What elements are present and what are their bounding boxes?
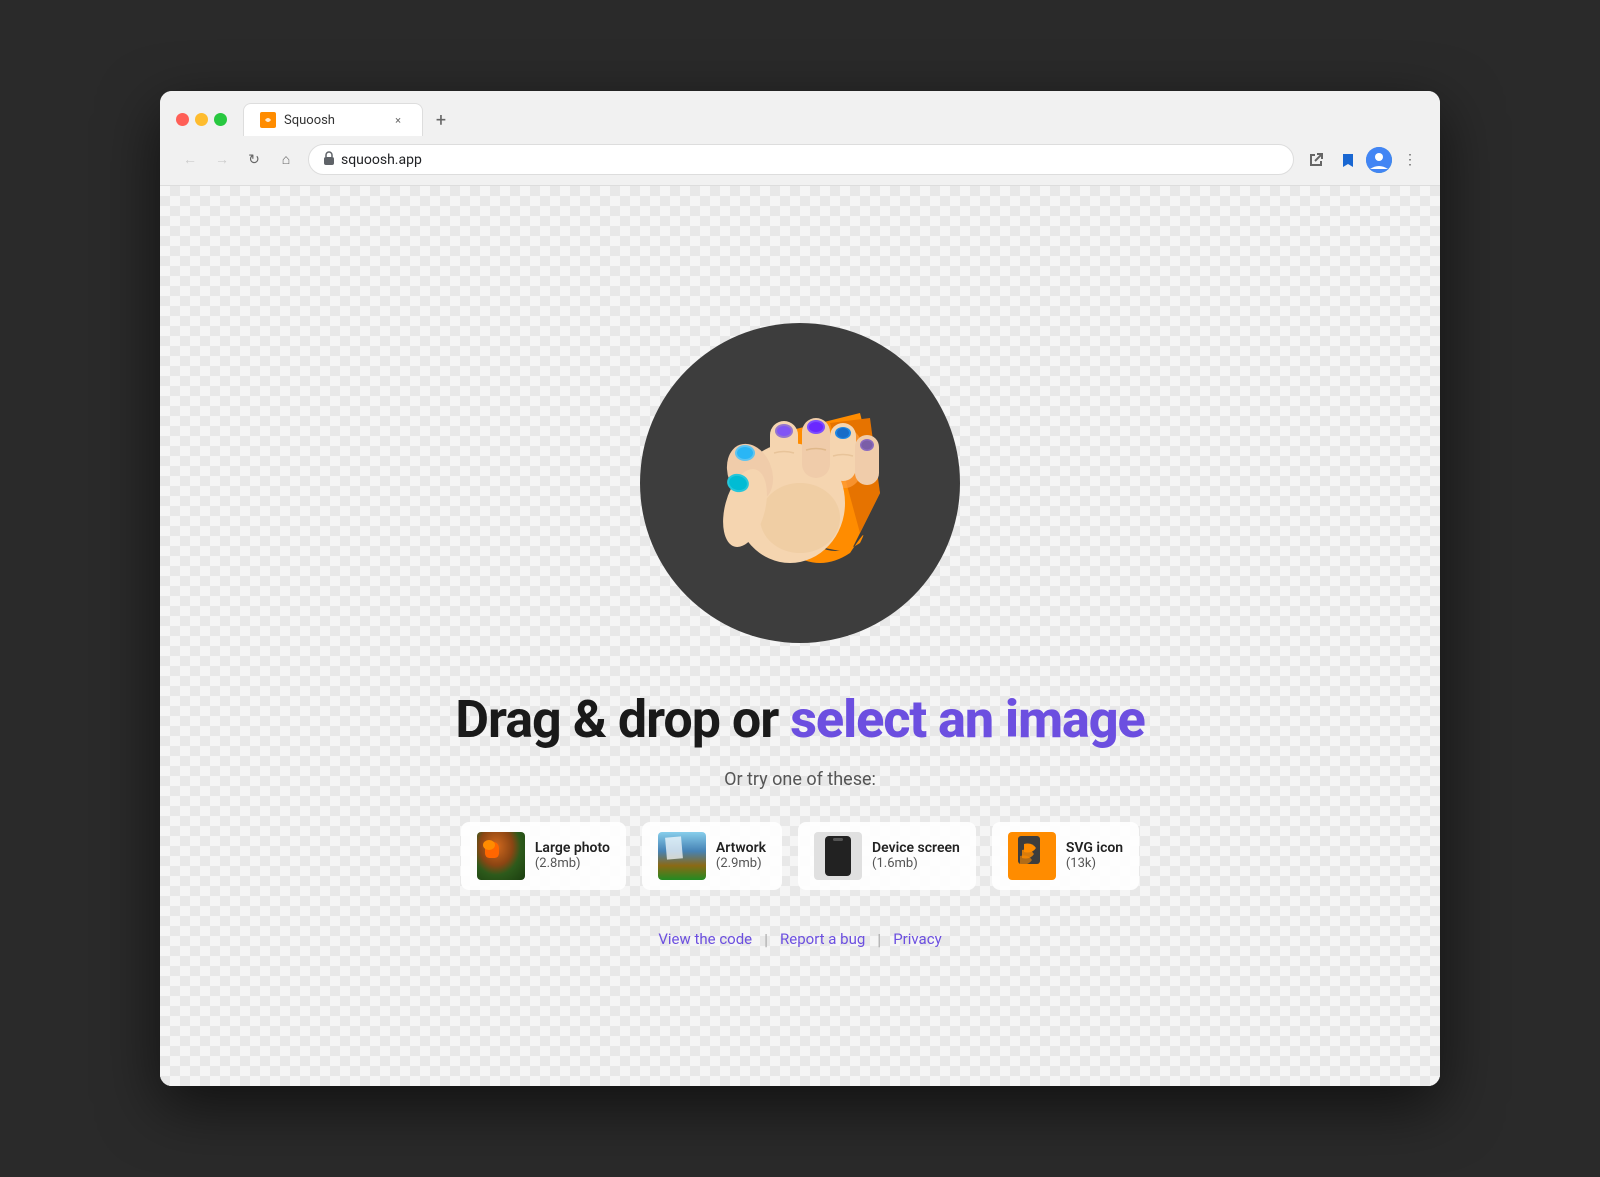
footer-links: View the code | Report a bug | Privacy	[658, 930, 941, 949]
external-link-button[interactable]	[1302, 146, 1330, 174]
artwork-name: Artwork	[716, 840, 766, 856]
heading-prefix: Drag & drop or	[455, 689, 790, 750]
close-traffic-light[interactable]	[176, 113, 189, 126]
squoosh-logo-svg	[670, 353, 930, 613]
url-text: squoosh.app	[341, 152, 422, 168]
reload-button[interactable]: ↻	[240, 146, 268, 174]
device-screen-size: (1.6mb)	[872, 856, 960, 871]
tab-close-button[interactable]: ×	[390, 112, 406, 128]
tab-title: Squoosh	[284, 113, 382, 128]
main-heading: Drag & drop or select an image	[455, 691, 1145, 748]
report-bug-link[interactable]: Report a bug	[780, 930, 865, 948]
title-bar: Squoosh × +	[160, 91, 1440, 136]
browser-tab[interactable]: Squoosh ×	[243, 103, 423, 136]
sample-device-screen[interactable]: Device screen (1.6mb)	[798, 822, 976, 890]
toolbar-right: ⋮	[1302, 146, 1424, 174]
home-button[interactable]: ⌂	[272, 146, 300, 174]
device-thumb-inner	[825, 836, 851, 876]
new-tab-button[interactable]: +	[427, 106, 455, 134]
svg-icon-name: SVG icon	[1066, 840, 1123, 856]
menu-button[interactable]: ⋮	[1396, 146, 1424, 174]
browser-chrome: Squoosh × + ← → ↻ ⌂ sq	[160, 91, 1440, 186]
device-thumb	[814, 832, 862, 880]
browser-window: Squoosh × + ← → ↻ ⌂ sq	[160, 91, 1440, 1086]
svg-icon-thumb	[1008, 832, 1056, 880]
svg-icon-info: SVG icon (13k)	[1066, 840, 1123, 871]
url-bar[interactable]: squoosh.app	[308, 144, 1294, 175]
page-content[interactable]: Drag & drop or select an image Or try on…	[160, 186, 1440, 1086]
artwork-size: (2.9mb)	[716, 856, 766, 871]
footer-separator-2: |	[877, 930, 881, 949]
device-screen-name: Device screen	[872, 840, 960, 856]
traffic-lights	[176, 113, 227, 126]
logo-circle	[640, 323, 960, 643]
tab-favicon	[260, 112, 276, 128]
large-photo-size: (2.8mb)	[535, 856, 610, 871]
nav-buttons: ← → ↻ ⌂	[176, 146, 300, 174]
content-inner: Drag & drop or select an image Or try on…	[160, 283, 1440, 988]
artwork-thumb	[658, 832, 706, 880]
artwork-info: Artwork (2.9mb)	[716, 840, 766, 871]
sample-svg-icon[interactable]: SVG icon (13k)	[992, 822, 1139, 890]
sample-images-row: Large photo (2.8mb) Artwork (2.9mb)	[461, 822, 1139, 890]
avatar	[1366, 147, 1392, 173]
minimize-traffic-light[interactable]	[195, 113, 208, 126]
view-code-link[interactable]: View the code	[658, 930, 752, 948]
bookmark-button[interactable]	[1334, 146, 1362, 174]
large-photo-thumb	[477, 832, 525, 880]
footer-separator-1: |	[764, 930, 768, 949]
sample-large-photo[interactable]: Large photo (2.8mb)	[461, 822, 626, 890]
maximize-traffic-light[interactable]	[214, 113, 227, 126]
address-bar: ← → ↻ ⌂ squoosh.app	[160, 136, 1440, 185]
svg-icon-size: (13k)	[1066, 856, 1123, 871]
large-photo-name: Large photo	[535, 840, 610, 856]
sub-heading: Or try one of these:	[724, 769, 876, 790]
forward-button[interactable]: →	[208, 146, 236, 174]
tab-bar: Squoosh × +	[243, 103, 1424, 136]
lock-icon	[323, 151, 335, 168]
large-photo-info: Large photo (2.8mb)	[535, 840, 610, 871]
privacy-link[interactable]: Privacy	[893, 930, 941, 948]
device-screen-info: Device screen (1.6mb)	[872, 840, 960, 871]
heading-highlight: select an image	[790, 689, 1145, 750]
back-button[interactable]: ←	[176, 146, 204, 174]
sample-artwork[interactable]: Artwork (2.9mb)	[642, 822, 782, 890]
